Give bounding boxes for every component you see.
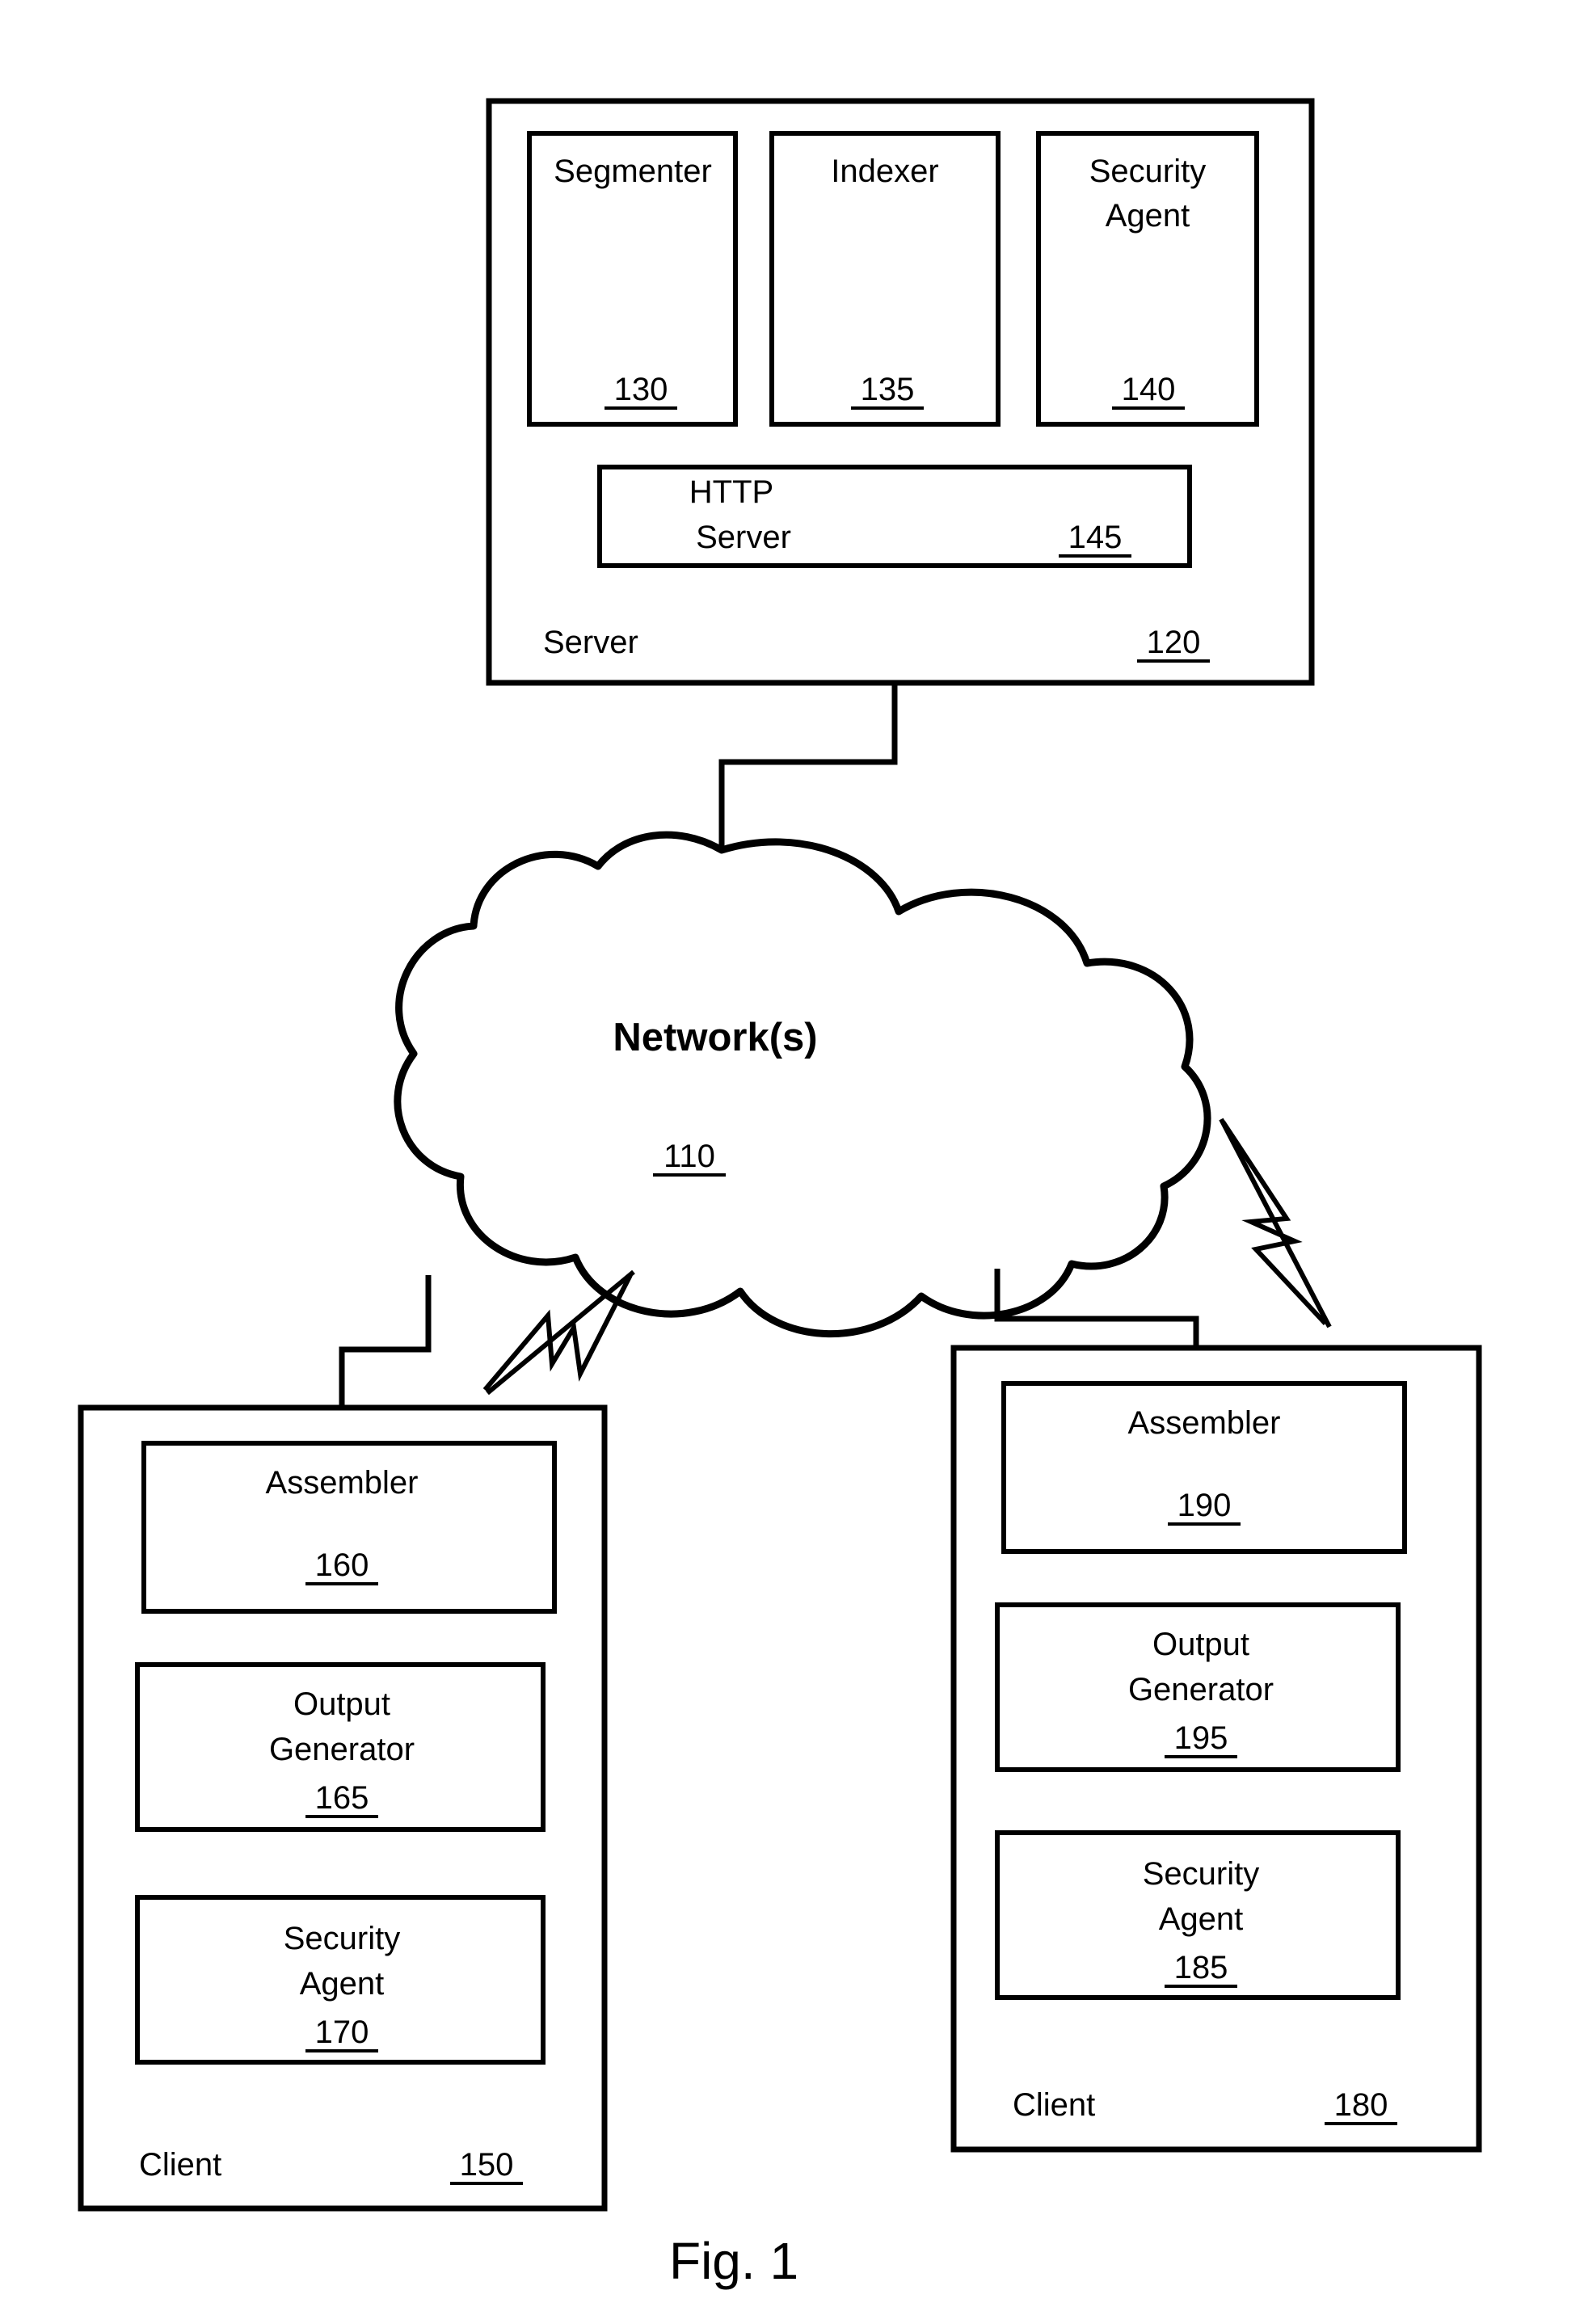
server-ref: 120 [1147, 625, 1201, 660]
client-left-assembler-module: Assembler 160 [141, 1441, 557, 1614]
network-ref: 110 [664, 1139, 715, 1174]
server-security-agent-label-line2: Agent [1106, 198, 1190, 234]
client-right-output-generator-label-line1: Output [1152, 1627, 1249, 1662]
http-server-label-line1: HTTP [689, 474, 773, 510]
segmenter-module: Segmenter 130 [527, 131, 738, 427]
client-left-security-agent-ref: 170 [315, 2015, 369, 2050]
network-cloud-shape [394, 831, 1211, 1338]
client-right-security-agent-ref: 185 [1174, 1950, 1228, 1985]
client-left-output-generator-label-line1: Output [293, 1686, 390, 1722]
server-security-agent-label-line1: Security [1089, 154, 1207, 189]
client-right-output-generator-label-line2: Generator [1128, 1672, 1274, 1707]
client-right-ref: 180 [1334, 2087, 1388, 2123]
client-left-security-agent-label-line2: Agent [300, 1966, 385, 2002]
client-right-output-generator-ref: 195 [1174, 1720, 1228, 1756]
network-label: Network(s) [613, 1016, 817, 1059]
client-left-output-generator-label-line2: Generator [269, 1732, 415, 1767]
client-left-output-generator-module: Output Generator 165 [135, 1662, 546, 1832]
client-left-assembler-ref: 160 [315, 1547, 369, 1583]
wireless-link-left [482, 1269, 635, 1396]
indexer-ref: 135 [861, 372, 915, 407]
client-right-security-agent-label-line1: Security [1143, 1856, 1260, 1892]
client-left-assembler-label: Assembler [266, 1465, 419, 1501]
client-right-assembler-ref: 190 [1177, 1488, 1232, 1523]
network-to-client-left-link [339, 1275, 432, 1410]
server-security-agent-ref: 140 [1122, 372, 1176, 407]
indexer-label: Indexer [831, 154, 938, 189]
client-left-label: Client [139, 2147, 221, 2183]
client-right-label: Client [1013, 2087, 1095, 2123]
client-right-security-agent-label-line2: Agent [1159, 1901, 1244, 1937]
client-right-output-generator-module: Output Generator 195 [995, 1602, 1401, 1772]
network-cloud-group: Network(s) 110 [394, 831, 1211, 1338]
patent-figure: Segmenter 130 Indexer 135 Security Agent… [0, 0, 1584, 2324]
http-server-module: HTTP Server 145 [597, 465, 1192, 568]
wireless-link-right-ray [1219, 1118, 1332, 1328]
wireless-link-right [1219, 1118, 1332, 1328]
server-group: Segmenter 130 Indexer 135 Security Agent… [486, 98, 1315, 686]
client-right-assembler-module: Assembler 190 [1001, 1381, 1407, 1554]
client-left-security-agent-module: Security Agent 170 [135, 1895, 546, 2065]
figure-1-diagram: Segmenter 130 Indexer 135 Security Agent… [78, 98, 1482, 2290]
client-left-group: Assembler 160 Output Generator 165 Secur… [78, 1404, 608, 2212]
server-security-agent-module: Security Agent 140 [1036, 131, 1259, 427]
segmenter-ref: 130 [614, 372, 668, 407]
figure-caption: Fig. 1 [669, 2232, 798, 2290]
client-left-ref: 150 [460, 2147, 514, 2183]
client-left-output-generator-ref: 165 [315, 1780, 369, 1816]
server-label: Server [543, 625, 638, 660]
server-to-network-link [718, 685, 898, 857]
client-left-security-agent-label-line1: Security [284, 1921, 401, 1956]
client-right-assembler-label: Assembler [1128, 1405, 1281, 1441]
client-right-security-agent-module: Security Agent 185 [995, 1830, 1401, 2000]
http-server-label-line2: Server [696, 520, 791, 555]
client-right-group: Assembler 190 Output Generator 195 Secur… [950, 1345, 1482, 2153]
segmenter-label: Segmenter [554, 154, 712, 189]
wireless-link-left-ray [486, 1269, 635, 1396]
indexer-module: Indexer 135 [769, 131, 1001, 427]
http-server-ref: 145 [1068, 520, 1123, 555]
